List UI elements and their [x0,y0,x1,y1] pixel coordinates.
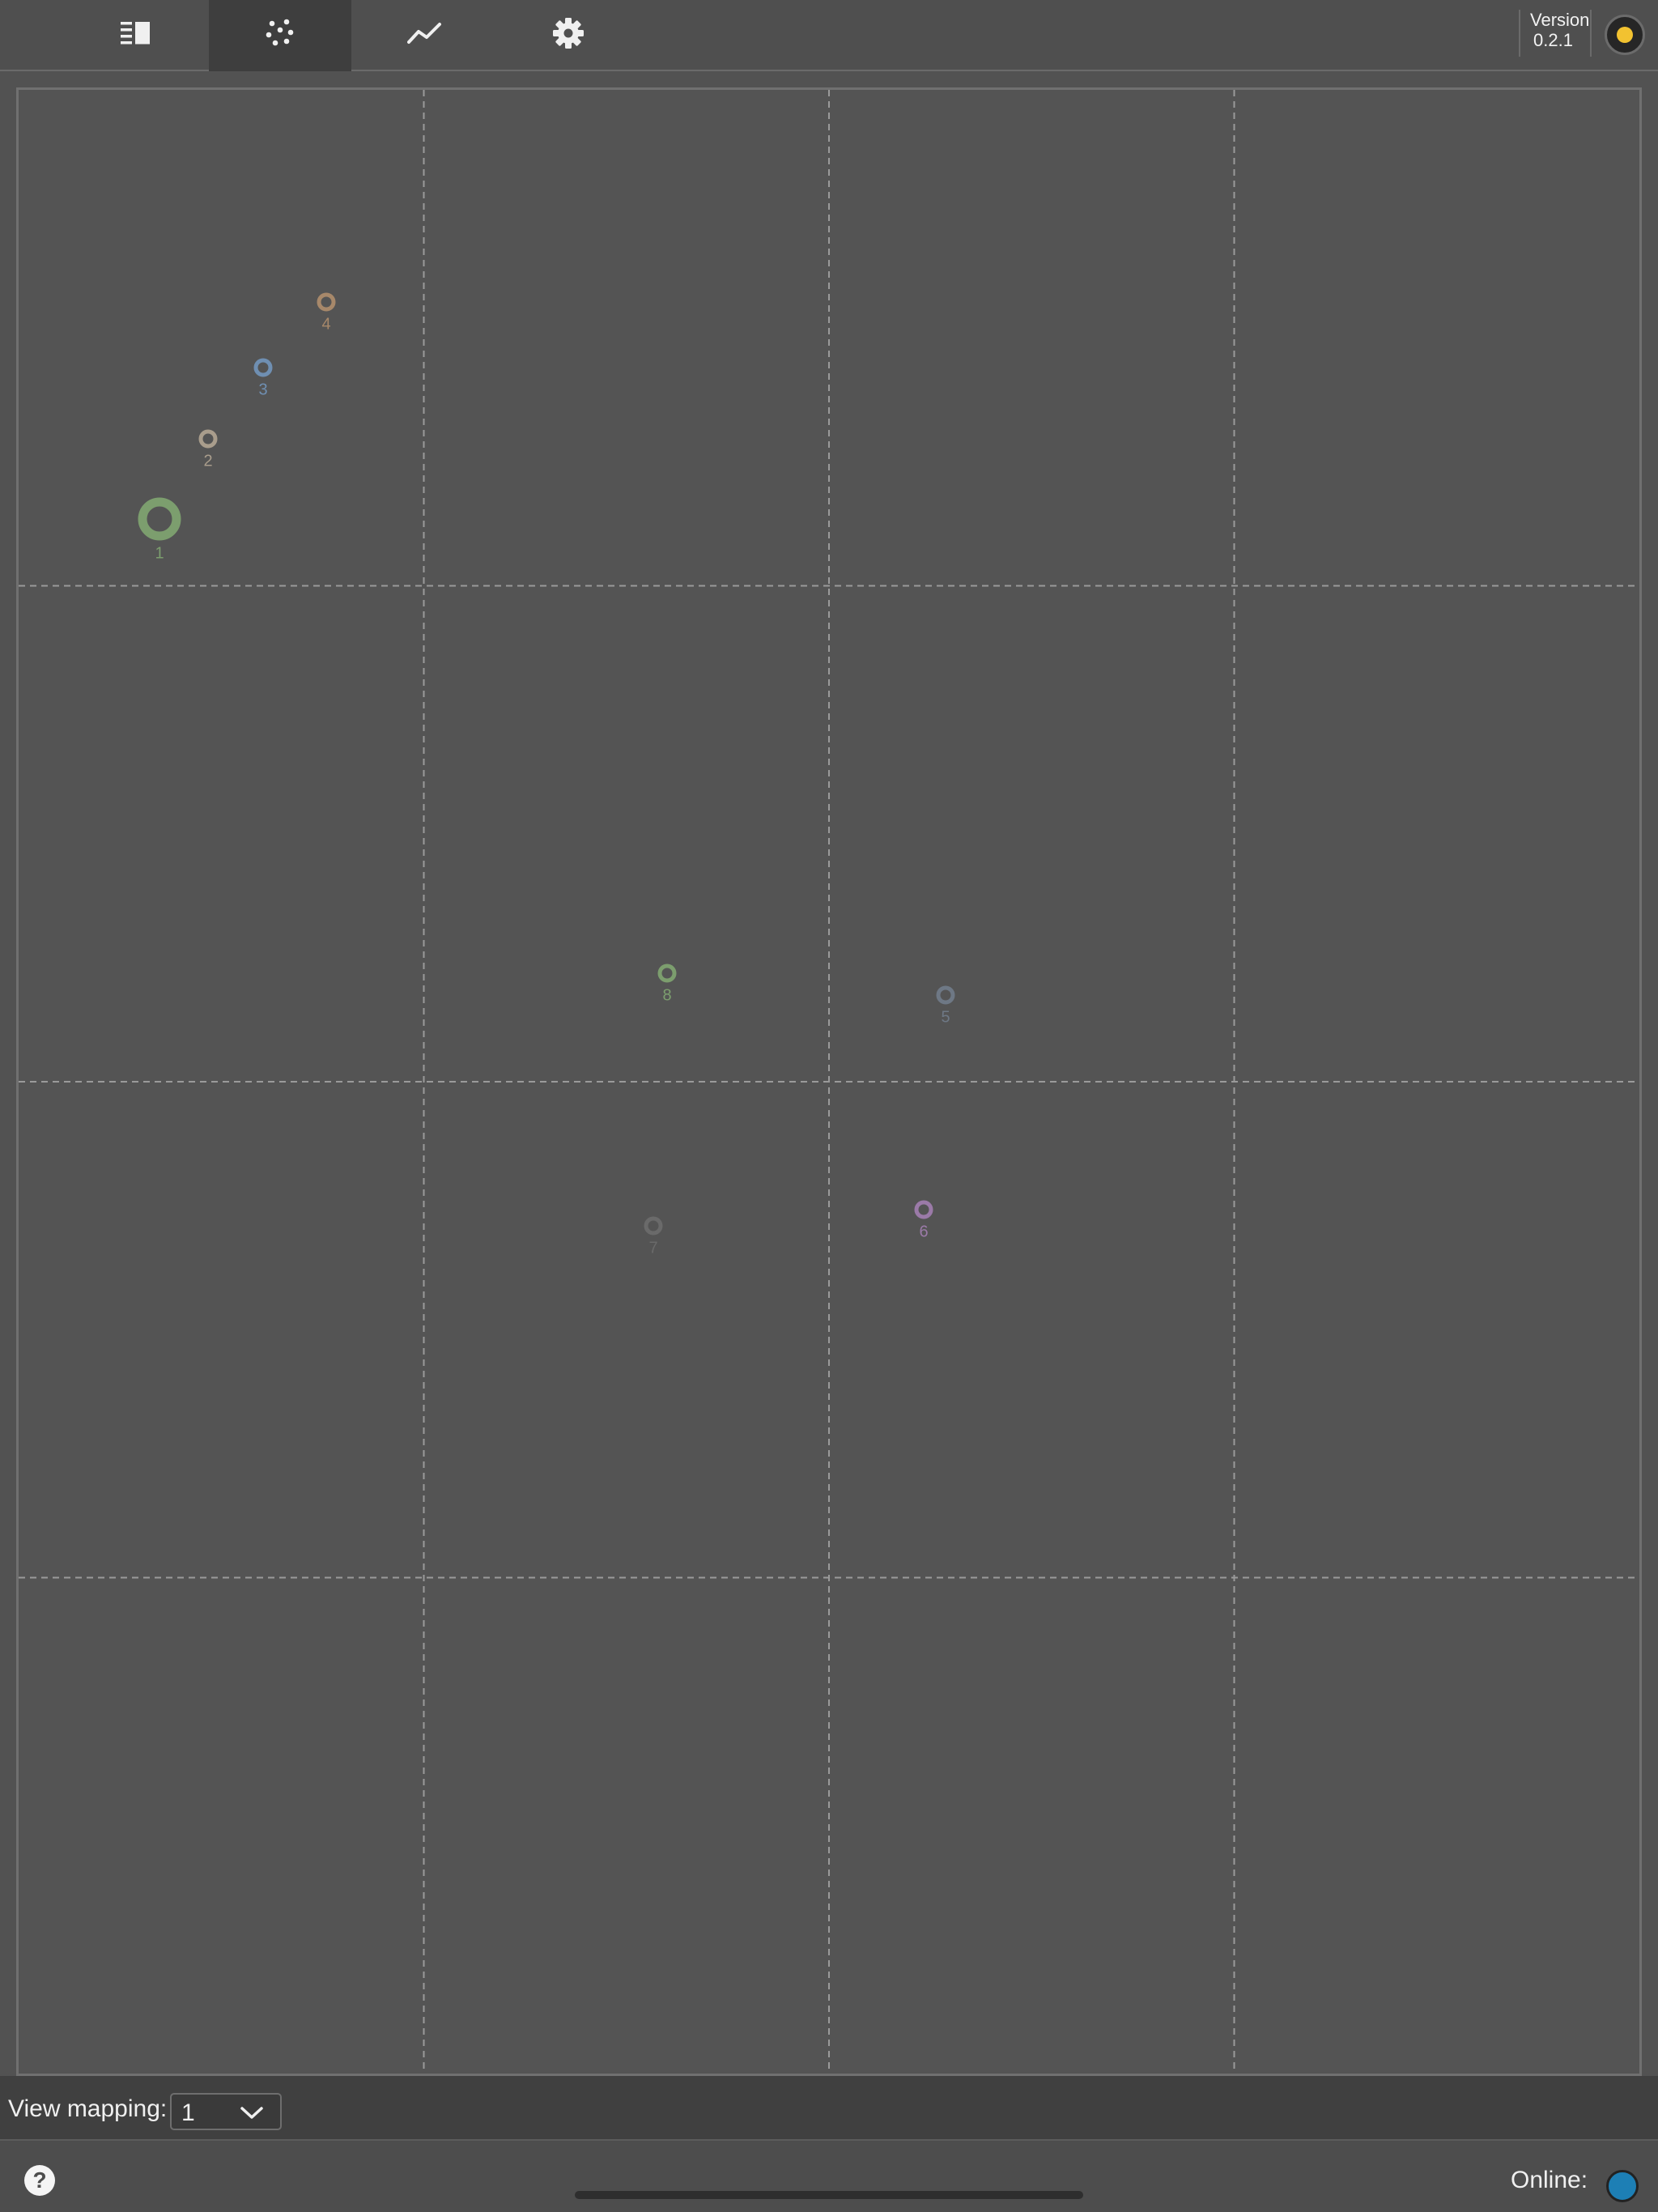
data-point-3[interactable]: 3 [253,358,273,399]
data-point-marker [936,985,955,1005]
scatter-plot-area[interactable]: 1 2 3 4 5 6 7 8 [16,87,1642,2076]
data-point-label: 4 [321,316,330,334]
data-point-label: 7 [648,1240,657,1257]
view-mapping-label: View mapping: [8,2095,168,2122]
data-point-7[interactable]: 7 [644,1216,663,1257]
data-points: 1 2 3 4 5 6 7 8 [138,292,955,1257]
data-point-8[interactable]: 8 [657,963,677,1005]
version-number: 0.2.1 [1533,30,1573,50]
home-indicator[interactable] [575,2191,1083,2199]
data-point-marker [138,497,181,541]
tab-list-view[interactable] [65,0,207,71]
data-point-4[interactable]: 4 [317,292,336,334]
scatter-dots-icon [266,19,295,52]
data-point-5[interactable]: 5 [936,985,955,1027]
data-point-6[interactable]: 6 [914,1200,933,1241]
data-point-1[interactable]: 1 [138,497,181,563]
data-point-marker [657,963,677,983]
version-info: Version 0.2.1 [1519,10,1592,57]
help-icon[interactable]: ? [24,2165,55,2196]
view-mapping-select[interactable]: 1 [170,2093,282,2130]
tab-line-chart[interactable] [353,0,495,71]
data-point-marker [198,429,218,449]
data-point-label: 3 [258,381,267,399]
data-point-label: 6 [919,1223,928,1241]
view-mapping-value: 1 [181,2099,195,2126]
data-point-label: 8 [662,987,671,1005]
version-label: Version [1530,10,1590,30]
data-point-marker [914,1200,933,1219]
data-point-marker [644,1216,663,1236]
data-point-label: 1 [155,545,164,563]
online-label: Online: [1511,2167,1588,2193]
data-point-label: 2 [203,453,212,470]
data-point-marker [317,292,336,312]
data-point-label: 5 [941,1009,950,1027]
tab-scatter-view[interactable] [209,0,351,71]
bottom-status-bar: ? Online: [0,2139,1658,2212]
status-indicator-dot [1617,27,1633,43]
data-point-2[interactable]: 2 [198,429,218,470]
line-chart-icon [407,22,441,49]
online-status-icon [1606,2170,1639,2202]
list-panel-icon [121,21,151,49]
scatter-plot-svg: 1 2 3 4 5 6 7 8 [19,90,1639,2074]
connection-status-icon[interactable] [1605,15,1645,55]
gear-icon [552,17,585,53]
top-toolbar: Version 0.2.1 [0,0,1658,71]
tab-settings[interactable] [497,0,640,71]
data-point-marker [253,358,273,377]
chevron-down-icon [240,2107,263,2119]
